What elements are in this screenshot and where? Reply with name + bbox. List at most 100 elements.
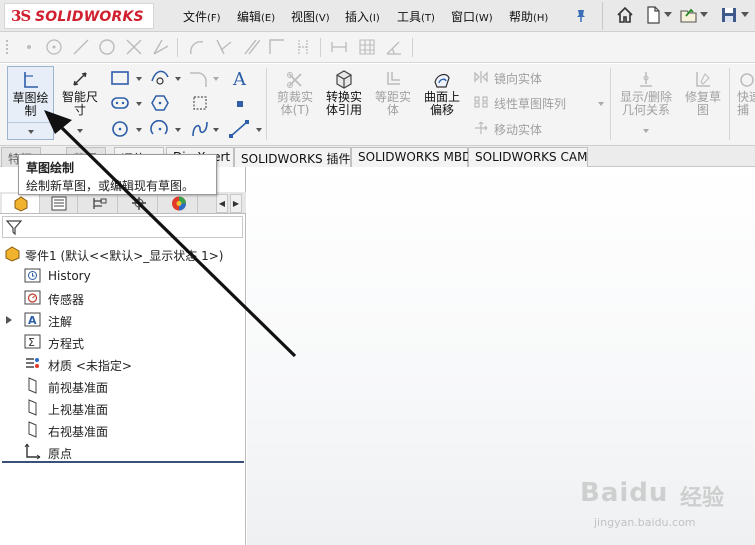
tab-configuration-manager[interactable] (80, 194, 118, 213)
convert-entities-button[interactable]: 转换实 体引用 (320, 66, 368, 140)
parallel-lines-icon[interactable] (242, 38, 260, 56)
tree-item-history[interactable]: History (24, 266, 224, 286)
slot-tool-icon[interactable] (110, 95, 130, 111)
tree-item-equations[interactable]: Σ 方程式 (24, 332, 224, 352)
display-delete-relations-button[interactable]: 显示/删除 几何关系 (614, 66, 678, 140)
quick-snaps-button[interactable]: 快速 捕 (733, 66, 755, 140)
property-list-icon (51, 196, 67, 211)
tab-dimxpert-manager[interactable] (120, 194, 158, 213)
solidworks-logo[interactable]: 3S SOLIDWORKS (4, 3, 154, 29)
point-sketch-icon[interactable] (235, 99, 245, 109)
trim-tool-icon[interactable] (125, 38, 143, 56)
save-icon[interactable] (720, 6, 738, 24)
menu-file[interactable]: 文件(F) (183, 8, 221, 25)
open-folder-icon[interactable] (680, 6, 698, 24)
circle-tool-icon[interactable] (98, 38, 116, 56)
arc-sketch-icon[interactable] (150, 120, 170, 138)
tree-item-front-plane[interactable]: 前视基准面 (24, 376, 224, 396)
tab-property-manager[interactable] (40, 194, 78, 213)
tab-feature-tree[interactable] (2, 194, 40, 213)
spline-dropdown-icon[interactable] (213, 128, 219, 132)
text-tool-icon[interactable]: A (230, 68, 250, 88)
menu-tools[interactable]: 工具(T) (397, 8, 435, 25)
pin-menu-icon[interactable] (575, 9, 587, 23)
polygon-dropdown-icon[interactable] (175, 77, 181, 81)
save-dropdown-icon[interactable] (741, 12, 749, 18)
horizontal-dimension-icon[interactable] (330, 38, 348, 56)
chamfer-tool-icon[interactable] (215, 38, 233, 56)
tab-solidworks-cam[interactable]: SOLIDWORKS CAM (468, 147, 588, 167)
tree-item-sensors[interactable]: 传感器 (24, 288, 224, 308)
dimension-vertical-icon[interactable] (294, 38, 312, 56)
smart-dimension-dropdown-icon[interactable] (77, 129, 83, 133)
line-sketch-icon[interactable] (228, 119, 250, 139)
open-dropdown-icon[interactable] (700, 12, 708, 18)
linear-pattern-icon[interactable] (473, 95, 489, 109)
point-tool-icon[interactable] (20, 38, 38, 56)
menu-view[interactable]: 视图(V) (291, 8, 330, 25)
menu-edit[interactable]: 编辑(E) (237, 8, 275, 25)
menu-insert[interactable]: 插入(I) (345, 8, 380, 25)
mirror-entities-icon[interactable] (473, 70, 489, 84)
linear-pattern-label[interactable]: 线性草图阵列 (494, 95, 566, 112)
new-document-icon[interactable] (644, 6, 662, 24)
move-entities-icon[interactable] (473, 121, 489, 135)
fillet-dropdown-icon[interactable] (213, 77, 219, 81)
offset-entities-icon (387, 72, 400, 85)
fillet-sketch-icon[interactable] (188, 69, 208, 89)
trim-entities-button[interactable]: 剪裁实 体(T) (272, 66, 318, 140)
tab-display-manager[interactable] (160, 194, 198, 213)
rectangle-dropdown-icon[interactable] (136, 77, 142, 81)
toolbar-grip-icon[interactable] (4, 38, 10, 58)
fillet-tool-icon[interactable] (188, 38, 206, 56)
home-icon[interactable] (616, 6, 634, 24)
linear-pattern-dropdown-icon[interactable] (598, 102, 604, 106)
circle-center-tool-icon[interactable] (45, 38, 63, 56)
polygon-hex-icon[interactable] (150, 94, 170, 112)
angle-dimension-icon[interactable] (385, 38, 403, 56)
tab-solidworks-addins[interactable]: SOLIDWORKS 插件 (234, 147, 351, 167)
configuration-icon (93, 198, 107, 209)
sketch-button[interactable]: 草图绘 制 (7, 66, 54, 140)
new-document-dropdown-icon[interactable] (664, 12, 672, 18)
construction-geometry-icon[interactable] (191, 94, 209, 112)
spline-tool-icon[interactable] (190, 119, 210, 139)
relations-dropdown-icon[interactable] (643, 129, 649, 133)
menu-window[interactable]: 窗口(W) (451, 8, 493, 25)
tree-item-label: 原点 (48, 447, 73, 461)
feature-tree-filter[interactable] (2, 216, 243, 238)
slot-dropdown-icon[interactable] (136, 102, 142, 106)
panel-tabs-scroll-right[interactable]: ▶ (230, 194, 242, 213)
sketch-dropdown-icon[interactable] (28, 130, 34, 134)
tree-item-annotations[interactable]: A 注解 (6, 310, 224, 330)
expand-arrow-icon[interactable] (6, 316, 12, 324)
mirror-entities-label[interactable]: 镜向实体 (494, 70, 542, 87)
menu-help[interactable]: 帮助(H) (509, 8, 548, 25)
tree-item-right-plane[interactable]: 右视基准面 (24, 420, 224, 440)
circle-sketch-icon[interactable] (110, 120, 130, 138)
circle-dropdown-icon[interactable] (136, 128, 142, 132)
polygon-tool-icon[interactable] (150, 69, 170, 87)
tree-part-root[interactable]: 零件1 (默认<<默认>_显示状态 1>) (4, 244, 244, 264)
repair-sketch-button[interactable]: 修复草 图 (680, 66, 726, 140)
line-tool-icon[interactable] (72, 38, 90, 56)
arc-dropdown-icon[interactable] (175, 128, 181, 132)
rollback-bar[interactable] (2, 461, 244, 463)
smart-dimension-icon (73, 72, 87, 86)
tree-item-top-plane[interactable]: 上视基准面 (24, 398, 224, 418)
convert-entities-label: 转换实 体引用 (325, 90, 362, 117)
corner-rectangle-icon[interactable] (268, 38, 286, 56)
tooltip-description: 绘制新草图，或编辑现有草图。 (26, 179, 195, 193)
line-dropdown-icon[interactable] (256, 128, 262, 132)
tab-solidworks-mbd[interactable]: SOLIDWORKS MBD (351, 147, 471, 167)
rectangle-tool-icon[interactable] (110, 70, 130, 86)
panel-tabs-scroll-left[interactable]: ◀ (216, 194, 228, 213)
smart-dimension-button[interactable]: 智能尺 寸 (58, 66, 102, 140)
offset-on-surface-button[interactable]: 曲面上 偏移 (418, 66, 466, 140)
grid-icon[interactable] (358, 38, 376, 56)
tree-item-material[interactable]: 材质 <未指定> (24, 354, 224, 374)
extend-tool-icon[interactable] (152, 38, 170, 56)
tree-item-origin[interactable]: 原点 (24, 442, 224, 462)
move-entities-label[interactable]: 移动实体 (494, 121, 542, 138)
offset-entities-button[interactable]: 等距实 体 (370, 66, 416, 140)
